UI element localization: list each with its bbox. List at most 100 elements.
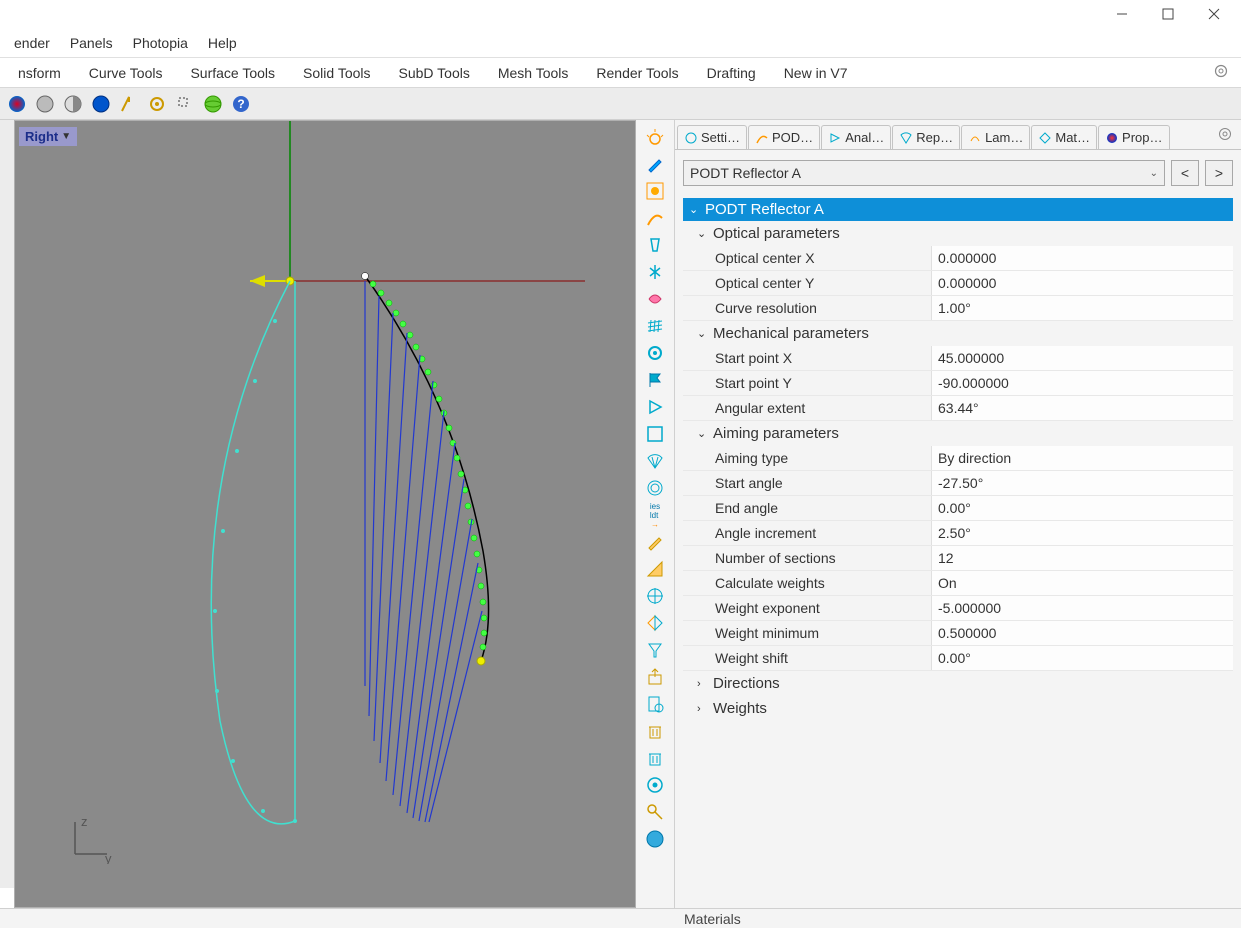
property-label: Angle increment bbox=[683, 521, 931, 545]
bottom-panel-header[interactable]: Materials bbox=[0, 908, 1241, 928]
property-label: Weight shift bbox=[683, 646, 931, 670]
tab-solid-tools[interactable]: Solid Tools bbox=[289, 61, 384, 85]
properties-panel: Setti… POD… Anal… Rep… Lam… Mat… Prop… P… bbox=[674, 120, 1241, 908]
viewport-right[interactable]: Right ▼ bbox=[14, 120, 636, 908]
globe-green-icon[interactable] bbox=[200, 91, 226, 117]
tab-drafting[interactable]: Drafting bbox=[693, 61, 770, 85]
property-value[interactable]: 63.44° bbox=[931, 396, 1233, 420]
panel-gear-icon[interactable] bbox=[1209, 122, 1241, 149]
trash-blue-icon[interactable] bbox=[641, 745, 669, 771]
ptab-report[interactable]: Rep… bbox=[892, 125, 960, 149]
property-value[interactable]: 0.500000 bbox=[931, 621, 1233, 645]
menu-panels[interactable]: Panels bbox=[60, 31, 123, 55]
ptab-podt[interactable]: POD… bbox=[748, 125, 820, 149]
export-icon[interactable] bbox=[641, 664, 669, 690]
tab-mesh-tools[interactable]: Mesh Tools bbox=[484, 61, 583, 85]
property-value[interactable]: 1.00° bbox=[931, 296, 1233, 320]
tab-settings-gear-icon[interactable] bbox=[1213, 63, 1237, 82]
grid-icon[interactable] bbox=[641, 313, 669, 339]
help-icon[interactable]: ? bbox=[228, 91, 254, 117]
mirror-icon[interactable] bbox=[641, 259, 669, 285]
property-value[interactable]: -5.000000 bbox=[931, 596, 1233, 620]
ptab-materials[interactable]: Mat… bbox=[1031, 125, 1097, 149]
property-label: Optical center X bbox=[683, 246, 931, 270]
doc-gear-icon[interactable] bbox=[641, 691, 669, 717]
settings-icon[interactable] bbox=[641, 772, 669, 798]
reflector-select[interactable]: PODT Reflector A ⌄ bbox=[683, 160, 1165, 186]
menu-render[interactable]: ender bbox=[4, 31, 60, 55]
globe-icon[interactable] bbox=[641, 826, 669, 852]
reflect-icon[interactable] bbox=[641, 610, 669, 636]
property-value[interactable]: 12 bbox=[931, 546, 1233, 570]
property-row: End angle0.00° bbox=[683, 496, 1233, 521]
trash-orange-icon[interactable] bbox=[641, 718, 669, 744]
pencil-orange-icon[interactable] bbox=[641, 529, 669, 555]
ies-ldt-icon[interactable]: iesldt→ bbox=[641, 502, 669, 528]
edit-icon[interactable] bbox=[641, 151, 669, 177]
property-value[interactable]: By direction bbox=[931, 446, 1233, 470]
property-value[interactable]: 0.000000 bbox=[931, 271, 1233, 295]
tab-render-tools[interactable]: Render Tools bbox=[582, 61, 692, 85]
sphere-multicolor-icon[interactable] bbox=[4, 91, 30, 117]
property-value[interactable]: 2.50° bbox=[931, 521, 1233, 545]
ptab-properties[interactable]: Prop… bbox=[1098, 125, 1169, 149]
sweep-icon[interactable] bbox=[116, 91, 142, 117]
property-row: Calculate weightsOn bbox=[683, 571, 1233, 596]
sun-icon[interactable] bbox=[641, 124, 669, 150]
property-value[interactable]: 0.00° bbox=[931, 496, 1233, 520]
tab-curve-tools[interactable]: Curve Tools bbox=[75, 61, 177, 85]
gear-yellow-icon[interactable] bbox=[144, 91, 170, 117]
target-icon[interactable] bbox=[641, 583, 669, 609]
property-value[interactable]: -90.000000 bbox=[931, 371, 1233, 395]
fan-icon[interactable] bbox=[641, 448, 669, 474]
chevron-down-icon: ⌄ bbox=[697, 227, 709, 240]
minimize-button[interactable] bbox=[1099, 0, 1145, 28]
ptab-lamp[interactable]: Lam… bbox=[961, 125, 1030, 149]
maximize-button[interactable] bbox=[1145, 0, 1191, 28]
polar-icon[interactable] bbox=[641, 475, 669, 501]
sphere-blue-icon[interactable] bbox=[88, 91, 114, 117]
property-row: Optical center X0.000000 bbox=[683, 246, 1233, 271]
crop-icon[interactable] bbox=[172, 91, 198, 117]
property-row: Aiming typeBy direction bbox=[683, 446, 1233, 471]
menu-photopia[interactable]: Photopia bbox=[123, 31, 198, 55]
property-value[interactable]: -27.50° bbox=[931, 471, 1233, 495]
tab-surface-tools[interactable]: Surface Tools bbox=[176, 61, 289, 85]
property-label: Weight exponent bbox=[683, 596, 931, 620]
sun-square-icon[interactable] bbox=[641, 178, 669, 204]
triangle-orange-icon[interactable] bbox=[641, 556, 669, 582]
tree-root[interactable]: ⌄ PODT Reflector A bbox=[683, 198, 1233, 221]
property-value[interactable]: 45.000000 bbox=[931, 346, 1233, 370]
key-icon[interactable] bbox=[641, 799, 669, 825]
group-header[interactable]: ›Weights bbox=[683, 696, 1233, 721]
property-label: End angle bbox=[683, 496, 931, 520]
group-header[interactable]: ⌄Aiming parameters bbox=[683, 421, 1233, 446]
square-icon[interactable] bbox=[641, 421, 669, 447]
sphere-half-icon[interactable] bbox=[60, 91, 86, 117]
tab-subd-tools[interactable]: SubD Tools bbox=[385, 61, 484, 85]
group-header[interactable]: ›Directions bbox=[683, 671, 1233, 696]
property-value[interactable]: 0.000000 bbox=[931, 246, 1233, 270]
property-value[interactable]: 0.00° bbox=[931, 646, 1233, 670]
tab-transform[interactable]: nsform bbox=[4, 61, 75, 85]
extrude-icon[interactable] bbox=[641, 232, 669, 258]
group-header[interactable]: ⌄Optical parameters bbox=[683, 221, 1233, 246]
flag-icon[interactable] bbox=[641, 367, 669, 393]
close-button[interactable] bbox=[1191, 0, 1237, 28]
ptab-analysis[interactable]: Anal… bbox=[821, 125, 891, 149]
group-header[interactable]: ⌄Mechanical parameters bbox=[683, 321, 1233, 346]
chevron-down-icon: ⌄ bbox=[1150, 168, 1158, 179]
tab-new-v7[interactable]: New in V7 bbox=[770, 61, 862, 85]
gear-blue-icon[interactable] bbox=[641, 340, 669, 366]
svg-text:z: z bbox=[81, 814, 88, 829]
arc-orange-icon[interactable] bbox=[641, 205, 669, 231]
menu-help[interactable]: Help bbox=[198, 31, 247, 55]
sphere-gray-icon[interactable] bbox=[32, 91, 58, 117]
funnel-icon[interactable] bbox=[641, 637, 669, 663]
prev-button[interactable]: < bbox=[1171, 160, 1199, 186]
ptab-settings[interactable]: Setti… bbox=[677, 125, 747, 149]
play-icon[interactable] bbox=[641, 394, 669, 420]
next-button[interactable]: > bbox=[1205, 160, 1233, 186]
property-value[interactable]: On bbox=[931, 571, 1233, 595]
shell-icon[interactable] bbox=[641, 286, 669, 312]
